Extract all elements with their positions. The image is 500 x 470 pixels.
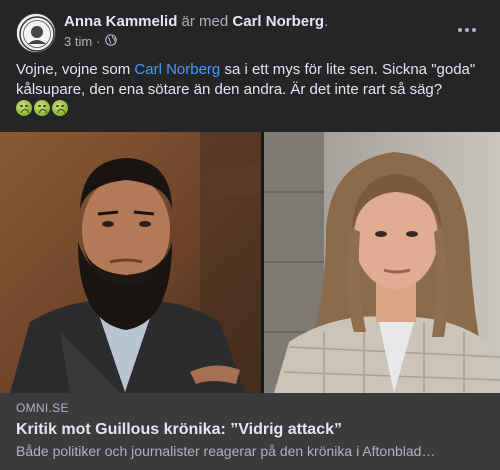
more-options-icon[interactable]: [452, 20, 482, 40]
post-timestamp[interactable]: 3 tim: [64, 34, 92, 50]
avatar-image: [17, 14, 55, 52]
mention-link[interactable]: Carl Norberg: [134, 61, 220, 78]
link-image[interactable]: [0, 132, 500, 393]
author-avatar[interactable]: [16, 13, 56, 53]
link-description: Både politiker och journalister reagerar…: [16, 443, 436, 459]
post-text: Vojne, vojne som Carl Norberg sa i ett m…: [16, 60, 486, 100]
link-source: OMNI.SE: [16, 401, 69, 415]
post-meta: 3 tim ·: [64, 34, 117, 50]
nauseated-face-emoji: [34, 100, 50, 116]
link-preview[interactable]: OMNI.SE Kritik mot Guillous krönika: ”Vi…: [0, 393, 500, 470]
photo-left-man: [0, 132, 261, 393]
post-text-part1: Vojne, vojne som: [16, 61, 135, 78]
link-title[interactable]: Kritik mot Guillous krönika: ”Vidrig att…: [16, 421, 342, 439]
with-text: är med: [181, 13, 229, 30]
author-name[interactable]: Anna Kammelid: [64, 13, 177, 30]
meta-separator: ·: [96, 34, 101, 49]
post-header: Anna Kammelid är med Carl Norberg. 3 tim…: [0, 0, 500, 55]
nauseated-face-emoji: [16, 100, 32, 116]
tagged-person[interactable]: Carl Norberg: [232, 13, 324, 30]
post-author-line: Anna Kammelid är med Carl Norberg.: [64, 12, 328, 31]
emoji-row: [16, 100, 68, 116]
globe-icon[interactable]: [104, 34, 117, 50]
nauseated-face-emoji: [52, 100, 68, 116]
name-suffix: .: [324, 13, 329, 30]
photo-right-woman: [264, 132, 500, 393]
